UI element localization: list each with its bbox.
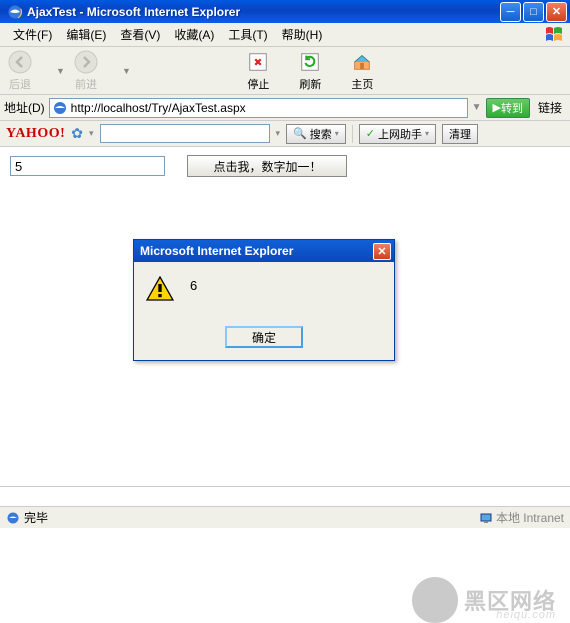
forward-button[interactable]: 前进	[74, 50, 98, 92]
security-zone[interactable]: 本地 Intranet	[479, 509, 564, 526]
dialog-title: Microsoft Internet Explorer	[137, 244, 373, 258]
address-bar: 地址(D) http://localhost/Try/AjaxTest.aspx…	[0, 95, 570, 121]
home-icon	[351, 51, 373, 73]
minimize-button[interactable]: ─	[500, 2, 521, 22]
refresh-button[interactable]: 刷新	[298, 50, 322, 92]
refresh-icon	[299, 51, 321, 73]
window-buttons: ─ □ ✕	[500, 2, 567, 22]
window-title: AjaxTest - Microsoft Internet Explorer	[27, 5, 500, 19]
links-menu[interactable]: 链接	[534, 99, 566, 116]
page-content: 点击我，数字加一！ Microsoft Internet Explorer ✕ …	[0, 147, 570, 487]
clean-button[interactable]: 清理	[442, 124, 478, 144]
menu-tools[interactable]: 工具(T)	[221, 23, 274, 46]
page-icon	[52, 100, 68, 116]
status-text: 完毕	[24, 509, 48, 526]
back-dropdown-icon[interactable]: ▼	[56, 66, 66, 76]
watermark-domain: heiqu.com	[496, 609, 556, 621]
gear-icon[interactable]: ✿	[71, 125, 83, 142]
yahoo-search-button[interactable]: 🔍搜索▾	[286, 124, 346, 144]
mushroom-icon	[412, 577, 458, 623]
dialog-close-button[interactable]: ✕	[373, 243, 391, 260]
number-input[interactable]	[10, 156, 165, 176]
menu-file[interactable]: 文件(F)	[6, 23, 59, 46]
forward-dropdown-icon[interactable]: ▼	[122, 66, 132, 76]
yahoo-toolbar: YAHOO! ✿ ▾ ▾ 🔍搜索▾ ✓上网助手▾ 清理	[0, 121, 570, 147]
intranet-icon	[479, 511, 493, 525]
address-input[interactable]: http://localhost/Try/AjaxTest.aspx	[49, 98, 468, 118]
yahoo-search-input[interactable]	[100, 124, 270, 143]
yahoo-logo[interactable]: YAHOO!	[6, 126, 65, 142]
warning-icon	[146, 276, 174, 302]
address-dropdown-icon[interactable]: ▼	[472, 102, 482, 113]
menu-edit[interactable]: 编辑(E)	[59, 23, 113, 46]
go-button[interactable]: ▶ 转到	[486, 98, 530, 118]
address-url: http://localhost/Try/AjaxTest.aspx	[71, 101, 246, 115]
maximize-button[interactable]: □	[523, 2, 544, 22]
back-icon	[8, 50, 32, 74]
forward-icon	[74, 50, 98, 74]
done-icon	[6, 511, 20, 525]
status-bar: 完毕 本地 Intranet	[0, 506, 570, 528]
stop-button[interactable]: 停止	[246, 50, 270, 92]
alert-dialog: Microsoft Internet Explorer ✕ 6 确定	[133, 239, 395, 361]
dialog-titlebar[interactable]: Microsoft Internet Explorer ✕	[134, 240, 394, 262]
home-button[interactable]: 主页	[350, 50, 374, 92]
increment-button[interactable]: 点击我，数字加一！	[187, 155, 347, 177]
back-button[interactable]: 后退	[8, 50, 32, 92]
menu-help[interactable]: 帮助(H)	[275, 23, 330, 46]
watermark-brand: 黑区网络	[464, 584, 556, 616]
navigation-toolbar: 后退 ▼ 前进 ▼ 停止 刷新 主页	[0, 47, 570, 95]
menu-bar: 文件(F) 编辑(E) 查看(V) 收藏(A) 工具(T) 帮助(H)	[0, 23, 570, 47]
helper-button[interactable]: ✓上网助手▾	[359, 124, 436, 144]
watermark: 黑区网络 heiqu.com	[412, 577, 556, 623]
window-titlebar: AjaxTest - Microsoft Internet Explorer ─…	[0, 0, 570, 23]
windows-logo-icon	[544, 25, 566, 45]
close-button[interactable]: ✕	[546, 2, 567, 22]
menu-view[interactable]: 查看(V)	[113, 23, 167, 46]
dialog-ok-button[interactable]: 确定	[225, 326, 303, 348]
stop-icon	[247, 51, 269, 73]
zone-label: 本地 Intranet	[496, 509, 564, 526]
address-label: 地址(D)	[4, 99, 45, 116]
menu-favorites[interactable]: 收藏(A)	[167, 23, 221, 46]
ie-icon	[7, 4, 23, 20]
dialog-message: 6	[190, 276, 197, 293]
